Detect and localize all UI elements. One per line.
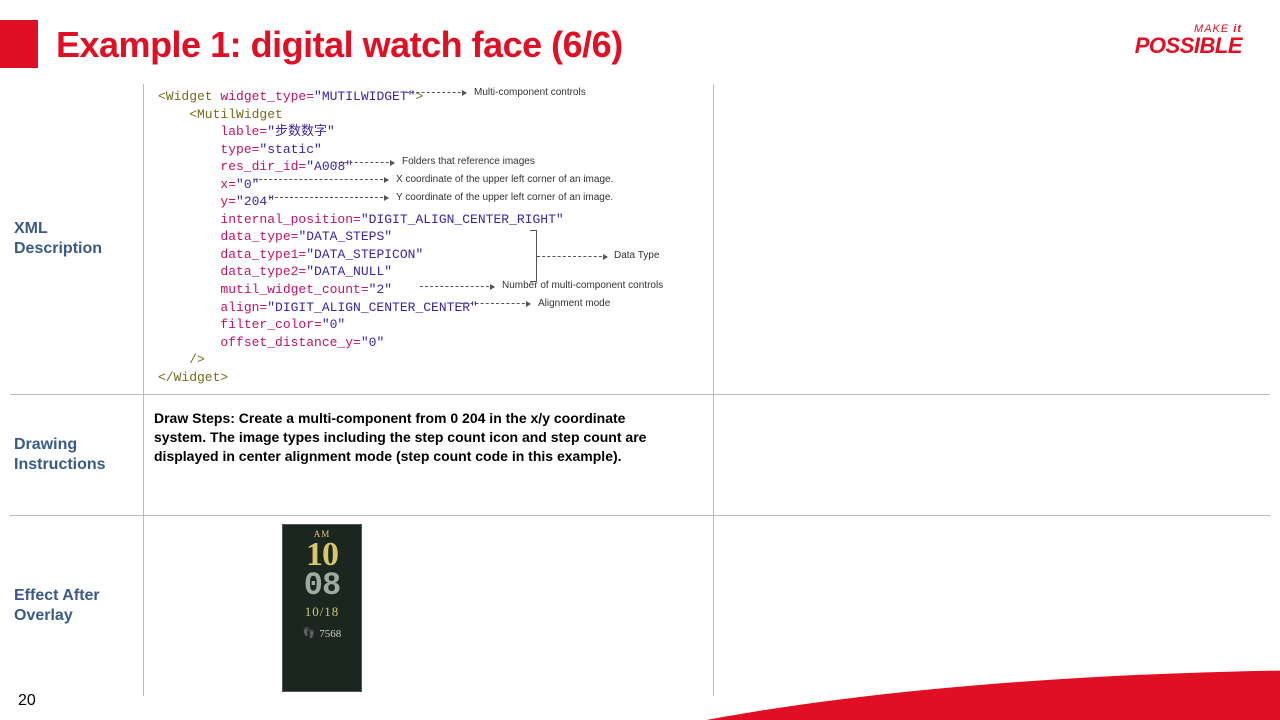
content-table: XML Description <Widget widget_type="MUT… xyxy=(10,84,1270,696)
logo-main-text: POSSIBLE xyxy=(1135,35,1242,57)
annot-y-coord: Y coordinate of the upper left corner of… xyxy=(396,192,613,203)
annot-count: Number of multi-component controls xyxy=(502,280,663,291)
arrow-icon xyxy=(254,179,388,180)
label-effect: Effect After Overlay xyxy=(14,586,135,626)
annot-align: Alignment mode xyxy=(538,298,610,309)
xml-code: <Widget widget_type="MUTILWIDGET"> <Muti… xyxy=(150,88,707,386)
annot-x-coord: X coordinate of the upper left corner of… xyxy=(396,174,613,185)
arrow-icon xyxy=(406,92,466,93)
arrow-icon xyxy=(270,197,388,198)
arrow-icon xyxy=(420,286,494,287)
page-title: Example 1: digital watch face (6/6) xyxy=(56,24,623,66)
accent-block xyxy=(0,20,38,68)
drawing-instructions-text: Draw Steps: Create a multi-component fro… xyxy=(150,399,680,476)
watch-minute: 08 xyxy=(283,571,361,601)
watch-date: 10/18 xyxy=(283,604,361,620)
bracket-icon xyxy=(530,230,537,282)
watch-face-preview: AM 10 08 10/18 7568 xyxy=(282,524,362,692)
watch-steps: 7568 xyxy=(319,628,341,640)
xml-content: <Widget widget_type="MUTILWIDGET"> <Muti… xyxy=(144,84,714,394)
label-xml: XML Description xyxy=(14,219,135,259)
arrow-icon xyxy=(334,162,394,163)
annot-folders: Folders that reference images xyxy=(402,156,535,167)
row-effect-after-overlay: Effect After Overlay AM 10 08 10/18 7568 xyxy=(10,516,1270,696)
label-draw: Drawing Instructions xyxy=(14,435,135,475)
row-drawing-instructions: Drawing Instructions Draw Steps: Create … xyxy=(10,395,1270,515)
annot-multi-component: Multi-component controls xyxy=(474,87,586,98)
arrow-icon xyxy=(537,256,607,257)
page-number: 20 xyxy=(18,692,36,710)
annot-data-type: Data Type xyxy=(614,250,659,261)
row-xml-description: XML Description <Widget widget_type="MUT… xyxy=(10,84,1270,394)
arrow-icon xyxy=(460,303,530,304)
brand-logo: MAKE it POSSIBLE xyxy=(1135,24,1242,57)
